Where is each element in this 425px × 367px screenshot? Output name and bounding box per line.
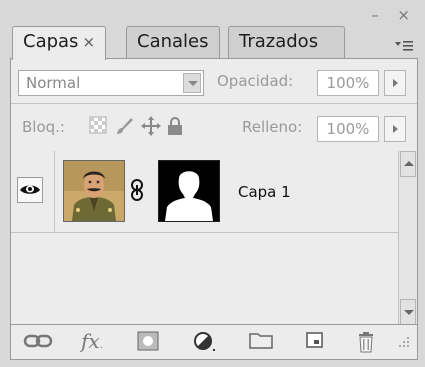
layer-name[interactable]: Capa 1 [238,183,291,201]
lock-fill-row: Bloq.: Relleno: 100% [11,103,417,152]
scrollbar[interactable] [398,151,417,325]
tab-capas[interactable]: Capas × [12,26,107,60]
fill-input[interactable]: 100% [317,116,379,142]
lock-position-icon[interactable] [141,116,161,136]
tab-trazados-label: Trazados [239,31,319,52]
layer-style-label: fx [81,329,100,353]
layers-toolbar: fx. [11,324,417,359]
tab-trazados[interactable]: Trazados [228,26,345,58]
link-layers-icon[interactable] [23,331,53,353]
opacity-input[interactable]: 100% [317,70,379,96]
lock-transparency-icon[interactable] [89,116,109,136]
blend-mode-select[interactable]: Normal [18,70,204,96]
add-mask-icon[interactable] [137,331,163,353]
tab-capas-label: Capas [23,31,79,52]
scroll-up-button[interactable] [400,151,416,177]
layers-list: Capa 1 [11,151,417,325]
new-layer-icon[interactable] [305,331,331,353]
window-controls: – × [371,6,417,24]
panel-tabs: Capas × Canales Trazados [12,26,425,60]
new-group-icon[interactable] [249,331,275,353]
resize-grip-icon[interactable] [397,331,413,353]
lock-label: Bloq.: [22,118,65,136]
opacity-slider-button[interactable] [384,70,406,96]
layers-panel: Normal Opacidad: 100% Bloq.: Relleno: 10… [10,58,418,360]
layer-thumbnail[interactable] [63,160,125,222]
blend-opacity-row: Normal Opacidad: 100% [11,59,417,104]
adjustment-layer-icon[interactable] [193,331,219,353]
layer-row[interactable]: Capa 1 [11,151,401,233]
tab-canales[interactable]: Canales [126,26,220,58]
minimize-button[interactable]: – [371,6,386,24]
scroll-down-button[interactable] [400,299,416,325]
fill-slider-button[interactable] [384,116,406,142]
blend-mode-value: Normal [26,74,81,92]
opacity-label: Opacidad: [217,72,294,90]
lock-all-icon[interactable] [166,116,186,136]
lock-image-icon[interactable] [114,116,134,136]
layer-mask-thumbnail[interactable] [158,160,220,222]
fill-label: Relleno: [242,118,303,136]
layer-style-icon[interactable]: fx. [81,331,115,353]
tab-canales-label: Canales [137,31,209,52]
mask-link-icon[interactable] [130,179,144,205]
delete-layer-icon[interactable] [357,331,383,353]
tab-close-icon[interactable]: × [82,33,95,51]
visibility-cell[interactable] [11,151,55,232]
close-panel-button[interactable]: × [397,6,417,24]
panel-menu-icon[interactable] [395,40,413,56]
eye-icon[interactable] [17,177,43,203]
chevron-down-icon[interactable] [183,73,201,93]
